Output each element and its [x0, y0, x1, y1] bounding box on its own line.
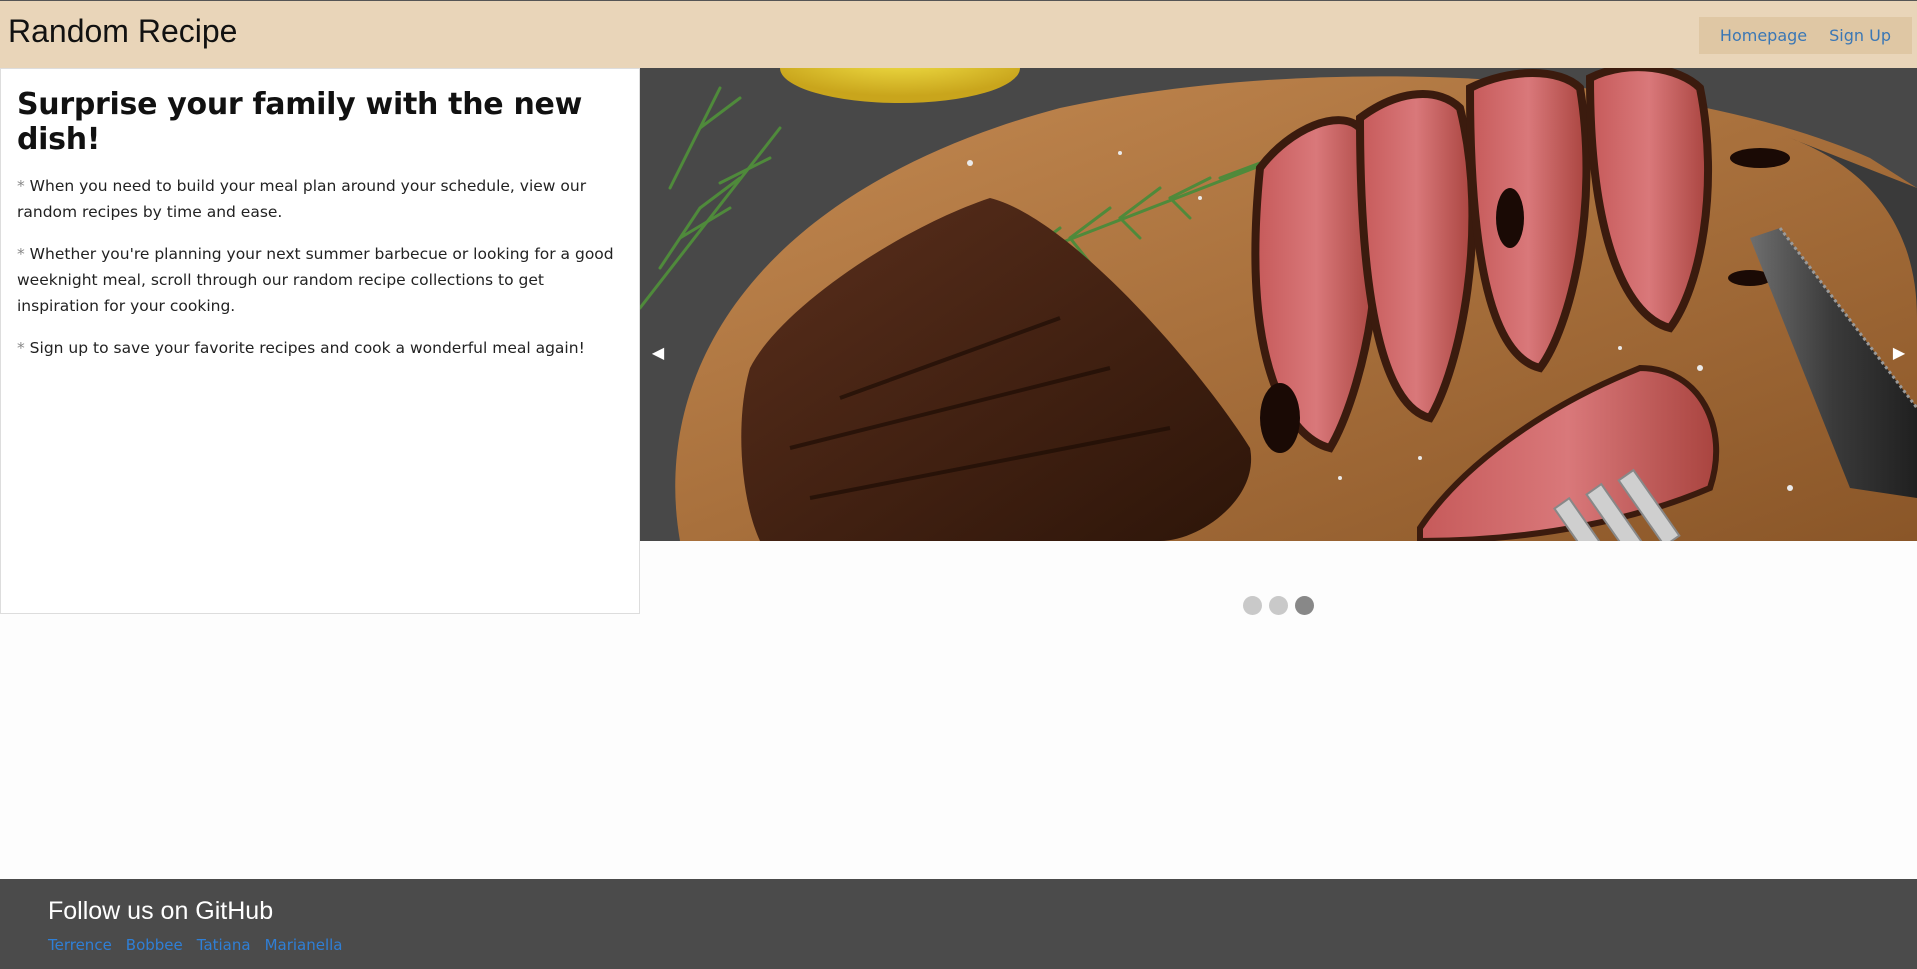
bullet-marker: *: [17, 177, 25, 195]
site-title[interactable]: Random Recipe: [8, 13, 237, 50]
bullet-text: Sign up to save your favorite recipes an…: [24, 339, 585, 357]
github-link-bobbee[interactable]: Bobbee: [126, 936, 183, 954]
bullet-text: Whether you're planning your next summer…: [17, 245, 614, 315]
intro-heading: Surprise your family with the new dish!: [17, 87, 582, 157]
nav-link-sign-up[interactable]: Sign Up: [1818, 26, 1902, 45]
intro-bullet: * Whether you're planning your next summ…: [17, 241, 623, 319]
bullet-marker: *: [17, 339, 25, 357]
steak-slide-image: [640, 68, 1917, 541]
footer-title: Follow us on GitHub: [48, 897, 274, 925]
nav-link-homepage[interactable]: Homepage: [1709, 26, 1818, 45]
github-link-marianella[interactable]: Marianella: [265, 936, 343, 954]
nav-menu: Homepage Sign Up: [1698, 17, 1912, 54]
carousel-dot-1[interactable]: [1243, 596, 1262, 615]
page: Random Recipe Homepage Sign Up Surprise …: [0, 0, 1917, 969]
bullet-marker: *: [17, 245, 25, 263]
image-carousel: ◀ ▶: [640, 68, 1917, 541]
bullet-text: When you need to build your meal plan ar…: [17, 177, 587, 221]
top-navbar: Random Recipe Homepage Sign Up: [0, 0, 1917, 68]
github-link-terrence[interactable]: Terrence: [48, 936, 112, 954]
intro-bullet: * Sign up to save your favorite recipes …: [17, 335, 623, 361]
intro-panel: Surprise your family with the new dish! …: [0, 68, 640, 614]
github-link-tatiana[interactable]: Tatiana: [197, 936, 251, 954]
carousel-next-icon[interactable]: ▶: [1887, 338, 1911, 368]
footer-github-links: Terrence Bobbee Tatiana Marianella: [48, 936, 343, 954]
carousel-dot-3[interactable]: [1295, 596, 1314, 615]
carousel-indicators: [1243, 596, 1314, 615]
footer: Follow us on GitHub Terrence Bobbee Tati…: [0, 879, 1917, 969]
carousel-prev-icon[interactable]: ◀: [646, 338, 670, 368]
carousel-dot-2[interactable]: [1269, 596, 1288, 615]
intro-bullet: * When you need to build your meal plan …: [17, 173, 623, 225]
